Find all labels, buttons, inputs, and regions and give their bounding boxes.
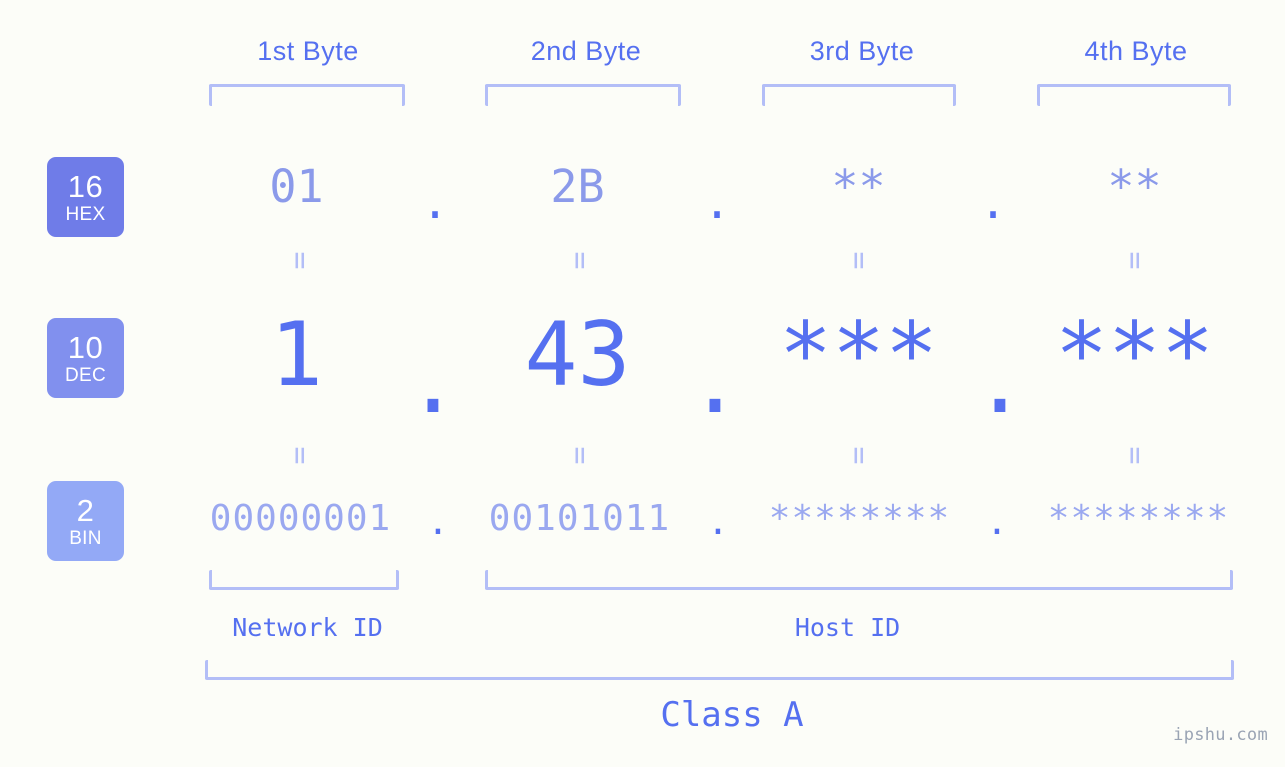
badge-bin: 2 BIN — [47, 481, 124, 561]
host-id-label: Host ID — [794, 613, 901, 642]
badge-dec: 10 DEC — [47, 318, 124, 398]
byte-bracket-2 — [485, 84, 681, 106]
ip-address-breakdown-diagram: 1st Byte 2nd Byte 3rd Byte 4th Byte 16 H… — [0, 0, 1285, 767]
hex-byte-value-4: ** — [1107, 160, 1162, 213]
dec-byte-value-2: 43 — [524, 303, 631, 406]
badge-dec-system: DEC — [64, 364, 106, 386]
bin-byte-value-2: 00101011 — [488, 498, 671, 539]
equals-separator-dec-bin-1: = — [282, 446, 318, 465]
dec-dot-separator-1: . — [406, 330, 460, 433]
network-id-bracket — [209, 570, 399, 590]
badge-hex-number: 16 — [67, 168, 104, 204]
class-bracket — [205, 660, 1234, 680]
badge-bin-system: BIN — [69, 527, 102, 549]
hex-byte-value-1: 01 — [269, 160, 324, 213]
equals-separator-dec-bin-2: = — [562, 446, 598, 465]
class-label: Class A — [660, 695, 804, 735]
byte-bracket-4 — [1037, 84, 1231, 106]
equals-separator-dec-bin-4: = — [1117, 446, 1153, 465]
bin-byte-value-3: ******** — [768, 498, 951, 539]
bin-byte-value-4: ******** — [1047, 498, 1230, 539]
watermark: ipshu.com — [1173, 725, 1268, 745]
equals-separator-hex-dec-2: = — [562, 251, 598, 270]
badge-hex: 16 HEX — [47, 157, 124, 237]
equals-separator-hex-dec-1: = — [282, 251, 318, 270]
byte-header-label-1: 1st Byte — [257, 36, 359, 66]
badge-bin-number: 2 — [76, 492, 95, 528]
equals-separator-hex-dec-4: = — [1117, 251, 1153, 270]
hex-byte-value-3: ** — [831, 160, 886, 213]
hex-byte-value-2: 2B — [550, 160, 605, 213]
equals-separator-dec-bin-3: = — [841, 446, 877, 465]
byte-header-label-2: 2nd Byte — [530, 36, 642, 66]
dec-byte-value-3: *** — [779, 303, 938, 406]
badge-dec-number: 10 — [67, 329, 104, 365]
dec-byte-value-1: 1 — [270, 303, 323, 406]
equals-separator-hex-dec-3: = — [841, 251, 877, 270]
byte-header-label-3: 3rd Byte — [809, 36, 915, 66]
byte-bracket-3 — [762, 84, 956, 106]
network-id-label: Network ID — [232, 613, 383, 642]
byte-header-label-4: 4th Byte — [1084, 36, 1188, 66]
byte-bracket-1 — [209, 84, 405, 106]
bin-byte-value-1: 00000001 — [209, 498, 392, 539]
badge-hex-system: HEX — [65, 203, 106, 225]
host-id-bracket — [485, 570, 1233, 590]
dec-byte-value-4: *** — [1055, 303, 1214, 406]
